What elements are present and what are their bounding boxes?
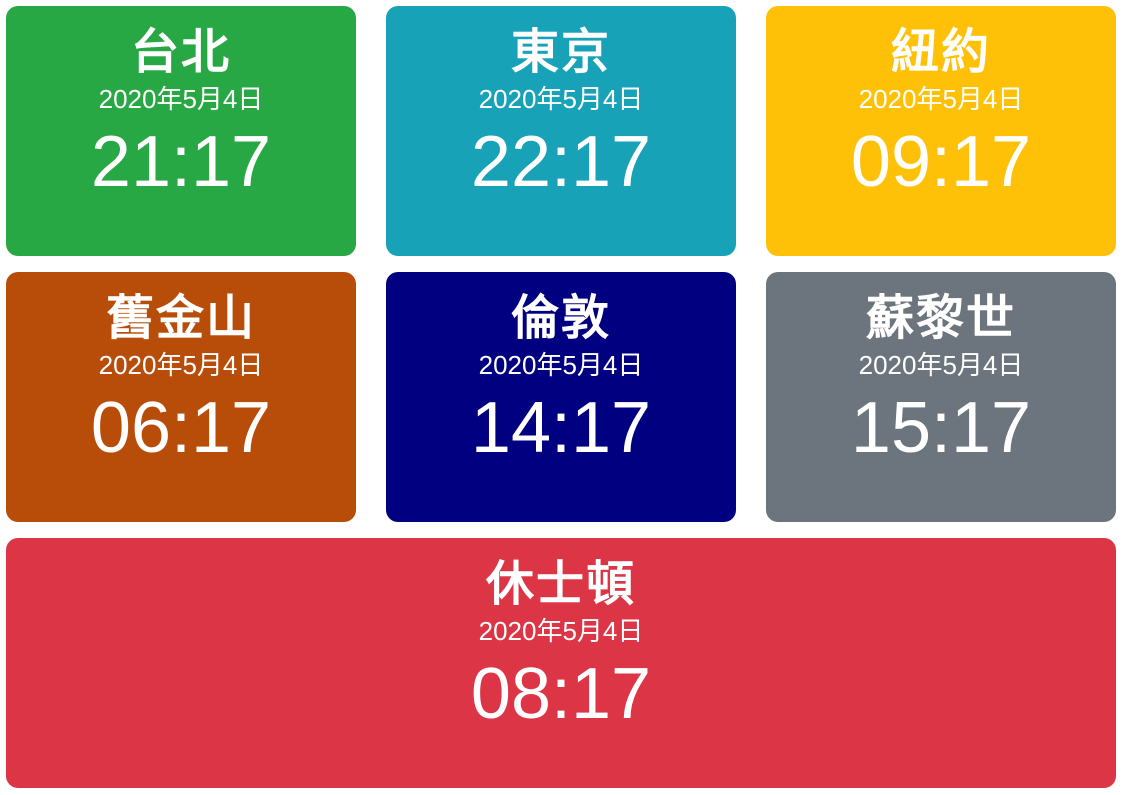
- clock-date: 2020年5月4日: [478, 84, 644, 114]
- city-name: 舊金山: [105, 290, 256, 346]
- city-name: 東京: [510, 24, 611, 80]
- city-name: 蘇黎世: [865, 290, 1016, 346]
- clock-time: 14:17: [470, 388, 652, 468]
- clock-date: 2020年5月4日: [478, 350, 644, 380]
- city-name: 倫敦: [510, 290, 611, 346]
- city-name: 休士頓: [485, 556, 636, 612]
- clock-time: 09:17: [850, 122, 1032, 202]
- clock-date: 2020年5月4日: [98, 84, 264, 114]
- city-name: 台北: [130, 24, 231, 80]
- clock-date: 2020年5月4日: [478, 616, 644, 646]
- clock-date: 2020年5月4日: [858, 84, 1024, 114]
- clock-time: 08:17: [470, 654, 652, 734]
- world-clock-grid: 台北 2020年5月4日 21:17 東京 2020年5月4日 22:17 紐約…: [6, 6, 1116, 788]
- clock-card-london: 倫敦 2020年5月4日 14:17: [386, 272, 736, 522]
- clock-date: 2020年5月4日: [98, 350, 264, 380]
- clock-card-tokyo: 東京 2020年5月4日 22:17: [386, 6, 736, 256]
- clock-card-houston: 休士頓 2020年5月4日 08:17: [6, 538, 1116, 788]
- clock-time: 22:17: [470, 122, 652, 202]
- clock-card-san-francisco: 舊金山 2020年5月4日 06:17: [6, 272, 356, 522]
- clock-card-taipei: 台北 2020年5月4日 21:17: [6, 6, 356, 256]
- clock-time: 06:17: [90, 388, 272, 468]
- clock-time: 15:17: [850, 388, 1032, 468]
- clock-time: 21:17: [90, 122, 272, 202]
- clock-date: 2020年5月4日: [858, 350, 1024, 380]
- city-name: 紐約: [890, 24, 991, 80]
- clock-card-new-york: 紐約 2020年5月4日 09:17: [766, 6, 1116, 256]
- clock-card-zurich: 蘇黎世 2020年5月4日 15:17: [766, 272, 1116, 522]
